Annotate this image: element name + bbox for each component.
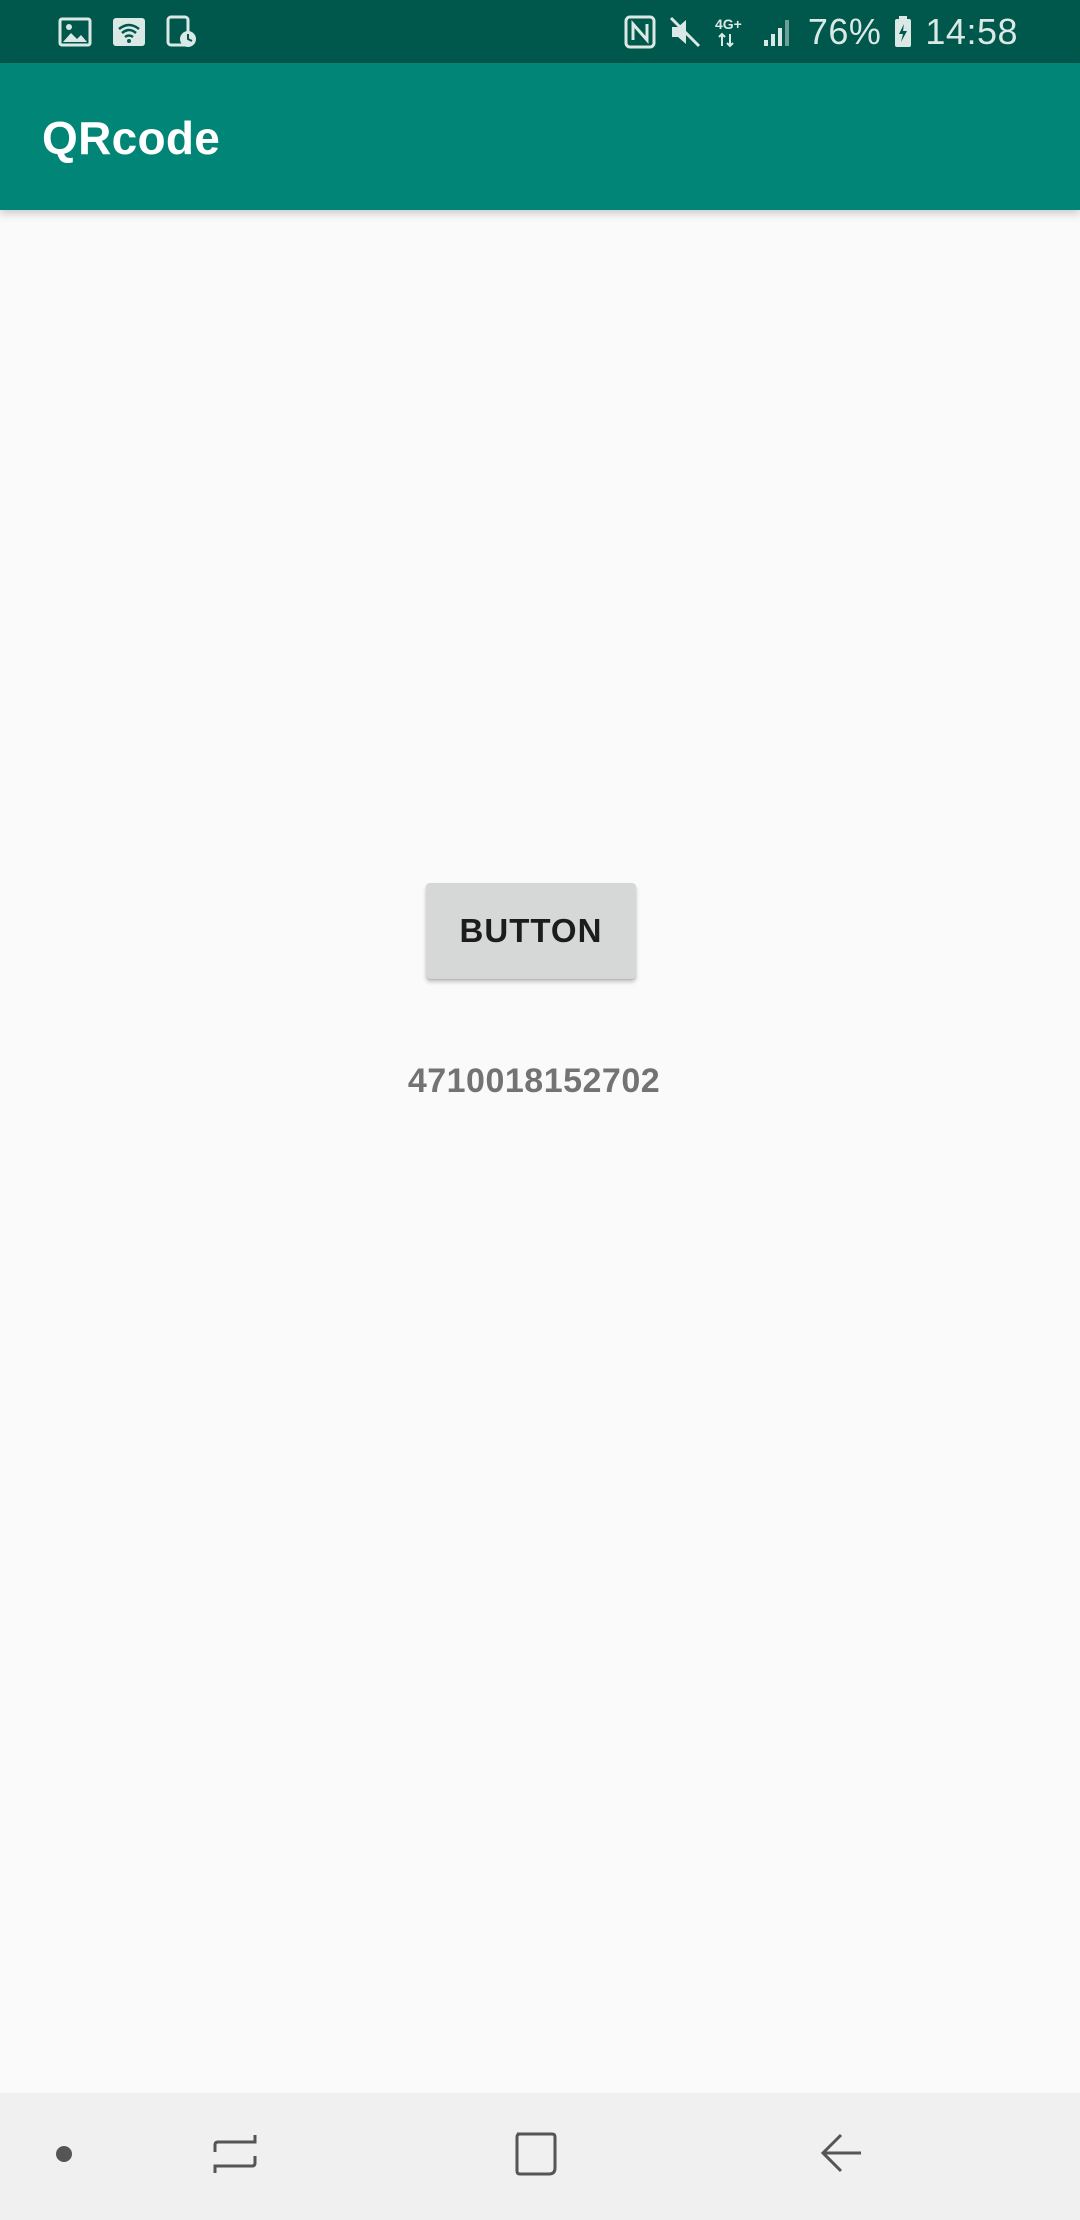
image-icon	[58, 17, 92, 47]
main-button[interactable]: BUTTON	[426, 883, 636, 979]
back-button[interactable]	[785, 2093, 895, 2220]
battery-icon	[893, 15, 913, 49]
home-icon	[512, 2131, 558, 2182]
app-title: QRcode	[42, 112, 221, 164]
mute-icon	[668, 15, 702, 49]
navigation-bar	[0, 2093, 1080, 2220]
status-left-group	[58, 14, 198, 50]
status-right-group: 4G+ 76% 14:58	[624, 8, 1018, 56]
main-content: BUTTON 4710018152702	[0, 210, 1080, 2093]
network-4g-icon: 4G+	[714, 14, 750, 50]
wifi-icon	[112, 17, 146, 47]
nfc-icon	[624, 15, 656, 49]
recent-apps-icon	[212, 2131, 258, 2182]
device-timer-icon	[166, 15, 198, 49]
scan-result-text: 4710018152702	[407, 1062, 661, 1100]
home-button[interactable]	[480, 2093, 590, 2220]
status-bar: 4G+ 76% 14:58	[0, 0, 1080, 63]
app-bar: QRcode	[0, 63, 1080, 210]
dot-icon	[55, 2145, 73, 2168]
nav-dot-button[interactable]	[24, 2093, 104, 2220]
recent-apps-button[interactable]	[180, 2093, 290, 2220]
battery-percent: 76%	[807, 11, 882, 52]
clock-time: 14:58	[925, 11, 1018, 52]
back-icon	[817, 2131, 863, 2182]
signal-icon	[762, 16, 794, 48]
svg-text:4G+: 4G+	[715, 16, 742, 32]
